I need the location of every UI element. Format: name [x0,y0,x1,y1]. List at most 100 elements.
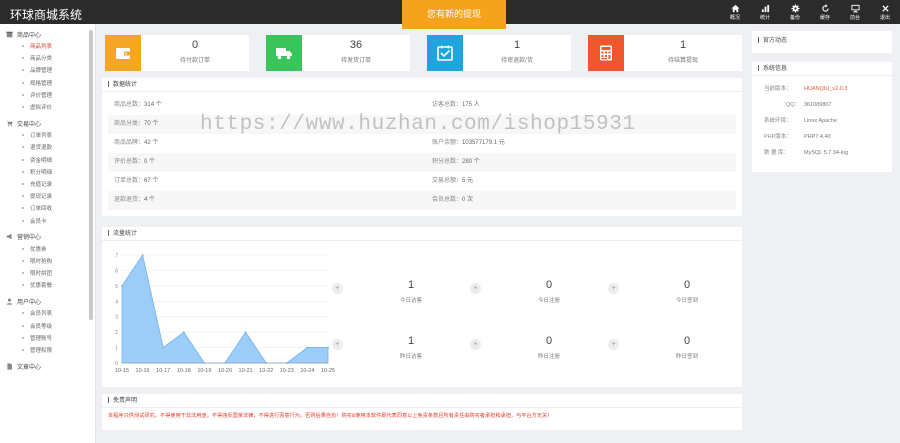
y-tick-label: 2 [115,330,118,336]
sidebar-item-funds[interactable]: 资金明细 [0,154,95,166]
sidebar-item-member-levels[interactable]: 会员等级 [0,320,95,332]
stat-label: 待结算提现 [667,58,698,64]
sidebar-item-orders[interactable]: 订单列表 [0,129,95,141]
stat-value: 1 [679,39,687,51]
data-point [306,346,309,349]
x-tick-label: 10-19 [197,368,211,374]
tile-today-visitors: + 1 今日访客 [332,273,470,313]
data-point [162,346,165,349]
sidebar-item-brand[interactable]: 品牌管理 [0,64,95,76]
sys-info-row: 数 据 库： MySQL 5.7.34-log [764,150,849,156]
section-title: 官方动态 [752,31,892,51]
topnav-stats[interactable]: 统计 [750,0,780,24]
topnav-cache[interactable]: 缓存 [810,0,840,24]
sidebar-item-bundle[interactable]: 优惠套餐 [0,279,95,291]
new-withdrawal-notice[interactable]: 您有新的提现 [402,0,506,29]
tile-yesterday-visitors: + 1 昨日访客 [332,329,470,369]
topnav-logout[interactable]: 退出 [870,0,900,24]
x-tick-label: 10-23 [280,368,294,374]
x-tick-label: 10-21 [239,368,253,374]
stat-label: 待发货订单 [340,58,371,64]
section-title: 系统信息 [752,62,892,76]
box-icon [6,31,13,37]
x-tick-label: 10-24 [300,368,314,374]
x-tick-label: 10-18 [177,368,191,374]
sidebar-group-goods: 商品中心 商品列表 商品分类 品牌管理 规格管理 评价管理 虚拟评价 [0,24,95,113]
sys-info-row: PHP版本： PHP7.4.40 [764,134,831,140]
sidebar-item-recharge[interactable]: 充值记录 [0,178,95,190]
x-tick-label: 10-20 [218,368,232,374]
plus-icon: + [608,339,619,350]
sidebar-group-header[interactable]: 文章中心 [0,360,95,372]
sys-info-row: 系统环境： Linux Apache [764,118,838,124]
series-area [121,253,329,364]
sidebar-item-members[interactable]: 会员列表 [0,307,95,319]
tile-yesterday-register: + 0 昨日注册 [470,329,608,369]
cart-icon [6,120,13,127]
sidebar-item-points[interactable]: 积分明细 [0,166,95,178]
topnav-overview[interactable]: 概况 [720,0,750,24]
y-tick-label: 4 [115,299,118,305]
sidebar-item-withdraw[interactable]: 提现记录 [0,190,95,202]
sidebar-item-admin-perms[interactable]: 管理权限 [0,344,95,356]
topnav-frontend[interactable]: 前台 [840,0,870,24]
sidebar-item-reviews[interactable]: 评价管理 [0,89,95,101]
section-title: 流量统计 [102,227,742,241]
data-stats-panel: 数据统计 商品总数：314 个 访客总数：175 人 商品分类：70 个 商品品… [102,78,742,216]
megaphone-icon [6,233,12,240]
sidebar-item-goods-category[interactable]: 商品分类 [0,52,95,64]
sidebar-item-order-recycle[interactable]: 订单回收 [0,202,95,214]
sidebar-group-header[interactable]: 用户中心 [0,295,95,307]
sys-info-row: QQ： 361089807 [785,102,832,108]
sidebar-item-goods-list[interactable]: 商品列表 [0,40,95,52]
sidebar: 商品中心 商品列表 商品分类 品牌管理 规格管理 评价管理 虚拟评价 交易中心 … [0,24,96,443]
sidebar-group-trade: 交易中心 订单列表 退货退款 资金明细 积分明细 充值记录 提现记录 订单回收 … [0,113,95,227]
bar-chart-icon [761,4,769,12]
x-tick-label: 10-16 [136,368,150,374]
calculator-icon [600,45,612,61]
sidebar-scrollbar[interactable] [89,30,93,320]
y-tick-label: 3 [115,315,118,321]
sidebar-item-virtual-reviews[interactable]: 虚拟评价 [0,101,95,113]
y-tick-label: 0 [115,361,118,367]
sidebar-item-admin-accounts[interactable]: 管理账号 [0,332,95,344]
sidebar-group-marketing: 营销中心 优惠券 限时抢购 限时拼团 优惠套餐 [0,227,95,292]
plus-icon: + [470,339,481,350]
refresh-icon [821,3,829,12]
sidebar-item-spec[interactable]: 规格管理 [0,77,95,89]
y-tick-label: 1 [115,346,118,352]
wallet-icon [116,48,130,59]
monitor-icon [850,4,860,12]
sidebar-group-header[interactable]: 交易中心 [0,117,95,129]
sidebar-group-articles: 文章中心 [0,356,95,372]
topnav-backup[interactable]: 备份 [780,0,810,24]
sidebar-item-flash-sale[interactable]: 限时抢购 [0,255,95,267]
stat-pending-payment[interactable]: 0 待付款订单 [105,35,249,71]
tile-today-checkin: + 0 今日签到 [608,273,746,313]
sidebar-item-member-card[interactable]: 会员卡 [0,214,95,226]
top-nav: 概况 统计 备份 缓存 前台 退出 [720,0,900,24]
sidebar-item-refunds[interactable]: 退货退款 [0,141,95,153]
tile-today-register: + 0 今日注册 [470,273,608,313]
plus-icon: + [332,339,343,350]
sidebar-group-header[interactable]: 营销中心 [0,231,95,243]
table-row: 订单总数：67 个 交易总额：5 元 [114,178,474,184]
sidebar-item-group-buy[interactable]: 限时拼团 [0,267,95,279]
watermark-text: https://www.huzhan.com/ishop15931 [200,113,636,136]
table-row: 商品品牌：42 个 账户余额：103577179.1 元 [114,140,505,146]
y-tick-label: 7 [115,253,118,259]
plus-icon: + [470,283,481,294]
sidebar-item-coupons[interactable]: 优惠券 [0,243,95,255]
sys-info-row: 当前版本： HUANQIU_v2.0.3 [764,86,848,92]
plus-icon: + [608,283,619,294]
stat-pending-shipment[interactable]: 36 待发货订单 [266,35,410,71]
stat-pending-withdraw[interactable]: 1 待结算提现 [588,35,742,71]
data-point [182,331,185,334]
section-title: 数据统计 [102,78,742,92]
sidebar-group-header[interactable]: 商品中心 [0,28,95,40]
sidebar-group-users: 用户中心 会员列表 会员等级 管理账号 管理权限 [0,291,95,356]
disclaimer-panel: 免责声明 本程序只供测试研究，不得使用于非法用途，不得违反国家法律，不得进行恶意… [102,394,742,430]
data-point [121,284,123,287]
home-icon [730,4,740,12]
stat-pending-refund[interactable]: 1 待审退款/货 [427,35,571,71]
